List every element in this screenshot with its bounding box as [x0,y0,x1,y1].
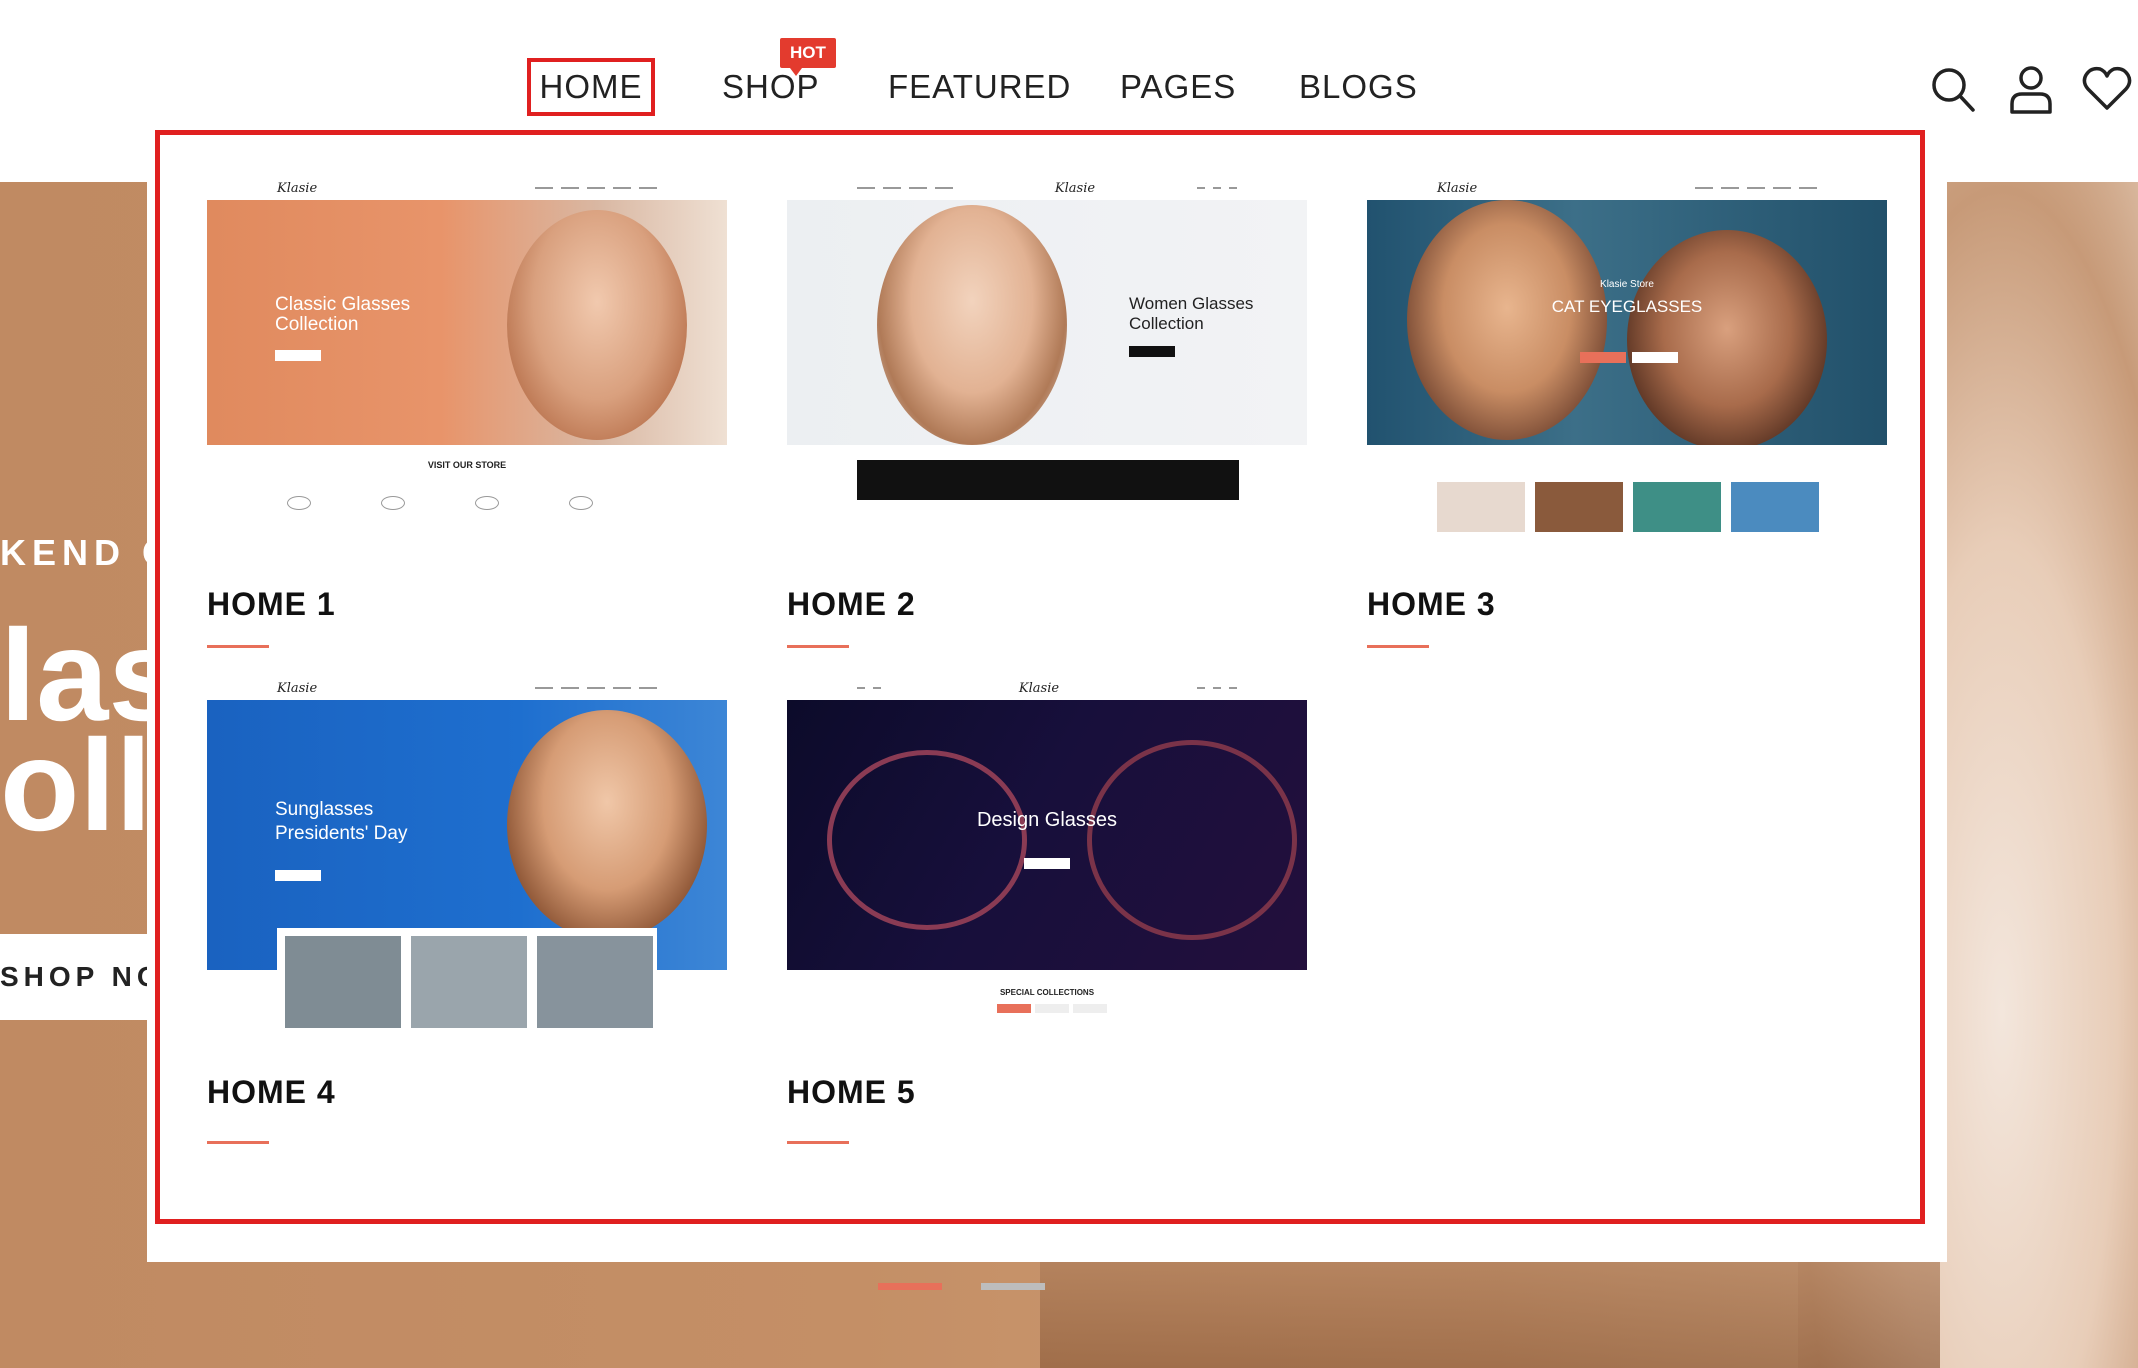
thumb-hero: Design Glasses [787,700,1307,970]
shop-now-button[interactable]: SHOP NO [0,934,150,1020]
thumb-hero-title-1: Women Glasses [1129,294,1254,313]
thumb-menu [535,687,657,689]
thumb-logo: Klasie [1437,180,1478,196]
demo-thumbnail[interactable]: Klasie Women Glasses Collection [787,176,1307,556]
demo-thumbnail[interactable]: Klasie Design Glasses SPECIAL COLLECTION… [787,676,1307,1056]
thumb-feature-icons [287,496,593,510]
demo-thumbnail[interactable]: Klasie Sunglasses Presidents' Day [207,676,727,1056]
demo-thumbnail[interactable]: Klasie Klasie Store CAT EYEGLASSES [1367,176,1887,556]
model-image [877,205,1067,445]
thumb-header: Klasie [787,176,1307,200]
model-image-2 [1627,230,1827,445]
thumb-section-title: SPECIAL COLLECTIONS [999,988,1095,997]
thumb-product-strip [285,936,653,1028]
thumb-header: Klasie [1367,176,1887,200]
thumb-hero-title-2: Collection [1129,314,1204,333]
demo-underline [207,1141,269,1144]
thumb-icons [1197,187,1237,189]
thumb-button [1580,352,1626,363]
thumb-menu [1695,187,1817,189]
page: KEND O lass olle SHOP NO HOME SHOP FEATU… [0,0,2138,1368]
thumb-header: Klasie [207,676,727,700]
demo-thumbnail[interactable]: Klasie Classic Glasses Collection VISIT … [207,176,727,556]
thumb-button [1129,346,1175,357]
thumb-logo: Klasie [277,680,318,696]
slider-dot[interactable] [981,1283,1045,1290]
thumb-product-strip [1437,482,1819,532]
glasses-lens-left [827,750,1027,930]
thumb-section-title: VISIT OUR STORE [427,460,507,470]
demo-underline [787,645,849,648]
thumb-header: Klasie [207,176,727,200]
demo-label[interactable]: HOME 2 [787,586,916,623]
thumb-tabs [997,1004,1107,1013]
nav-home[interactable]: HOME [527,58,655,116]
heart-icon[interactable] [2082,62,2132,116]
demo-underline [1367,645,1429,648]
model-image [1407,200,1607,440]
nav-blogs[interactable]: BLOGS [1299,58,1418,116]
hot-badge: HOT [780,38,836,76]
thumb-hero: Classic Glasses Collection [207,200,727,445]
thumb-hero-kicker: Klasie Store [1600,279,1654,290]
thumb-hero-title-2: Presidents' Day [275,823,408,844]
thumb-hero: Women Glasses Collection [787,200,1307,445]
thumb-feature-bar [857,460,1239,500]
nav-featured[interactable]: FEATURED [888,58,1071,116]
thumb-logo: Klasie [1054,180,1096,196]
thumb-menu [857,187,953,189]
glasses-lens-right [1087,740,1297,940]
thumb-button [1024,858,1070,869]
thumb-logo: Klasie [277,180,318,196]
thumb-hero: Klasie Store CAT EYEGLASSES [1367,200,1887,445]
thumb-menu [535,187,657,189]
demo-underline [787,1141,849,1144]
model-image [507,210,687,440]
thumb-hero-title-1: CAT EYEGLASSES [1551,297,1703,316]
thumb-menu [857,687,881,689]
thumb-logo: Klasie [1018,680,1060,696]
thumb-icons [1197,687,1237,689]
demo-underline [207,645,269,648]
thumb-button [275,870,321,881]
thumb-button-2 [1632,352,1678,363]
demo-label[interactable]: HOME 4 [207,1074,336,1111]
thumb-header: Klasie [787,676,1307,700]
nav-pages[interactable]: PAGES [1120,58,1236,116]
demo-label[interactable]: HOME 3 [1367,586,1496,623]
thumb-hero-title-2: Collection [275,314,359,335]
demo-label[interactable]: HOME 5 [787,1074,916,1111]
demo-label[interactable]: HOME 1 [207,586,336,623]
thumb-button [275,350,321,361]
thumb-hero-title-1: Sunglasses [275,799,374,820]
user-icon[interactable] [2006,62,2056,116]
model-image [507,710,707,940]
search-icon[interactable] [1928,62,1978,116]
slider-dot-active[interactable] [878,1283,942,1290]
thumb-hero-title-1: Classic Glasses [275,294,411,315]
thumb-hero-title-1: Design Glasses [976,809,1118,831]
